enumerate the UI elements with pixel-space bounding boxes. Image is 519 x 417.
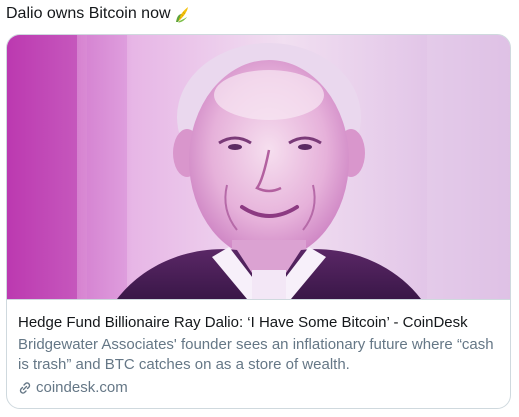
link-preview-card[interactable]: Hedge Fund Billionaire Ray Dalio: ‘I Hav… — [6, 34, 511, 409]
tweet-text-content: Dalio owns Bitcoin now — [6, 5, 171, 22]
card-domain[interactable]: coindesk.com — [36, 378, 128, 398]
card-domain-link[interactable]: coindesk.com — [18, 378, 498, 398]
link-icon — [18, 381, 32, 395]
card-title[interactable]: Hedge Fund Billionaire Ray Dalio: ‘I Hav… — [18, 313, 498, 333]
card-description: Bridgewater Associates' founder sees an … — [18, 336, 494, 373]
tweet-text: Dalio owns Bitcoin now — [6, 4, 191, 24]
card-image[interactable] — [7, 35, 510, 299]
card-body[interactable]: Hedge Fund Billionaire Ray Dalio: ‘I Hav… — [7, 299, 510, 408]
corn-emoji-icon — [175, 5, 191, 23]
